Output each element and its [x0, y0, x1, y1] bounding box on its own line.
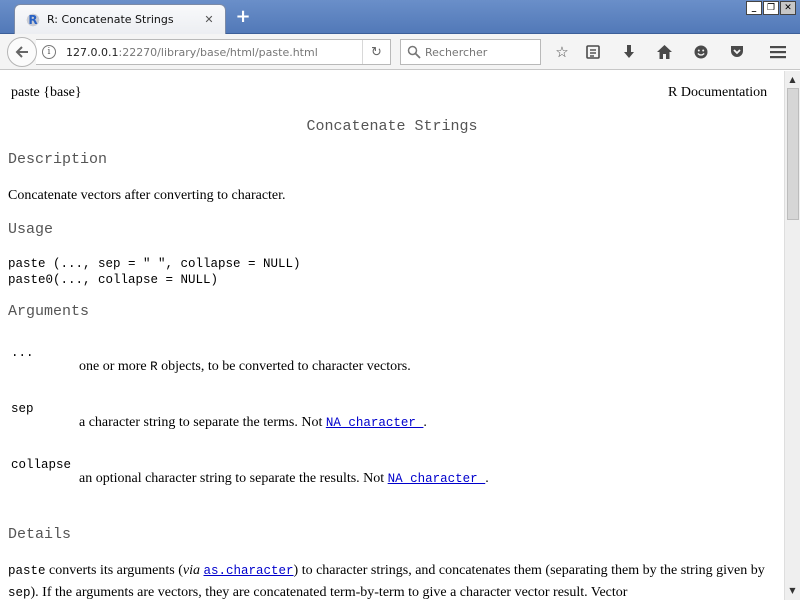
description-heading: Description — [8, 151, 108, 168]
menu-hamburger-icon[interactable] — [768, 42, 788, 62]
arg-name-dots: ... — [11, 346, 34, 360]
as-character-link[interactable]: as.character — [204, 564, 294, 578]
navigation-toolbar: i 127.0.0.1:22270/library/base/html/past… — [0, 34, 800, 70]
url-text[interactable]: 127.0.0.1:22270/library/base/html/paste.… — [66, 46, 362, 59]
pocket-icon[interactable] — [727, 42, 747, 62]
back-arrow-icon — [15, 46, 28, 58]
usage-line-paste: paste (..., sep = " ", collapse = NULL) — [8, 257, 301, 271]
arg-desc-text: . — [423, 415, 427, 430]
download-icon[interactable] — [619, 42, 639, 62]
arguments-heading: Arguments — [8, 303, 90, 320]
details-paragraph: paste converts its arguments (via as.cha… — [8, 560, 778, 600]
details-text: ) to character strings, and concatenates… — [293, 563, 765, 578]
restore-button[interactable]: ❐ — [763, 1, 779, 15]
reading-list-icon[interactable] — [583, 42, 603, 62]
scroll-down-icon[interactable]: ▼ — [785, 582, 800, 598]
home-icon[interactable] — [654, 42, 674, 62]
url-path: :22270/library/base/html/paste.html — [118, 45, 318, 59]
reload-icon[interactable]: ↻ — [362, 40, 390, 64]
r-code: R — [150, 360, 158, 374]
arg-name-collapse: collapse — [11, 458, 72, 472]
code-paste: paste — [8, 564, 46, 578]
tab-r-concatenate-strings[interactable]: R R: Concatenate Strings ✕ — [14, 4, 226, 34]
hello-chat-icon[interactable] — [691, 42, 711, 62]
scroll-up-icon[interactable]: ▲ — [785, 71, 800, 87]
new-tab-button[interactable]: + — [233, 6, 253, 27]
package-label: paste {base} — [11, 85, 82, 100]
arg-desc-text: . — [485, 471, 489, 486]
arg-desc-collapse: an optional character string to separate… — [79, 471, 489, 487]
vertical-scrollbar[interactable]: ▲ ▼ — [784, 71, 800, 600]
arg-name-sep: sep — [11, 402, 34, 416]
bookmark-star-icon[interactable]: ☆ — [552, 42, 572, 62]
details-emphasis: via — [182, 563, 201, 578]
na-character-link[interactable]: NA_character_ — [388, 472, 486, 486]
details-heading: Details — [8, 526, 72, 543]
window-controls: _ ❐ ✕ — [746, 1, 796, 15]
arg-desc-dots: one or more R objects, to be converted t… — [79, 359, 411, 375]
close-tab-icon[interactable]: ✕ — [201, 12, 217, 28]
arg-desc-text: a character string to separate the terms… — [79, 415, 326, 430]
minimize-button[interactable]: _ — [746, 1, 762, 15]
back-button[interactable] — [7, 37, 37, 67]
search-bar[interactable] — [400, 39, 541, 65]
usage-line-paste0: paste0(..., collapse = NULL) — [8, 273, 219, 287]
details-text: converts its arguments ( — [45, 563, 183, 578]
r-documentation-label: R Documentation — [668, 85, 768, 100]
arg-desc-text: one or more — [79, 359, 151, 374]
arg-desc-text: an optional character string to separate… — [79, 471, 388, 486]
page-viewport: paste {base} R Documentation Concatenate… — [0, 71, 784, 600]
details-text: ). If the arguments are vectors, they ar… — [30, 585, 628, 600]
arg-desc-sep: a character string to separate the terms… — [79, 415, 427, 431]
r-logo-icon: R — [25, 11, 41, 28]
search-icon — [407, 45, 421, 59]
scrollbar-thumb[interactable] — [787, 88, 799, 220]
code-sep: sep — [8, 586, 31, 600]
tab-title: R: Concatenate Strings — [47, 13, 174, 26]
description-text: Concatenate vectors after converting to … — [8, 188, 286, 203]
url-host: 127.0.0.1 — [66, 45, 119, 59]
close-window-button[interactable]: ✕ — [780, 1, 796, 15]
tab-strip: R R: Concatenate Strings ✕ + _ ❐ ✕ — [0, 0, 800, 34]
page-title: Concatenate Strings — [306, 118, 478, 135]
url-bar[interactable]: i 127.0.0.1:22270/library/base/html/past… — [36, 39, 391, 65]
usage-heading: Usage — [8, 221, 54, 238]
search-input[interactable] — [425, 45, 535, 59]
arg-desc-text: objects, to be converted to character ve… — [157, 359, 411, 374]
na-character-link[interactable]: NA_character_ — [326, 416, 424, 430]
site-info-icon[interactable]: i — [42, 45, 56, 59]
